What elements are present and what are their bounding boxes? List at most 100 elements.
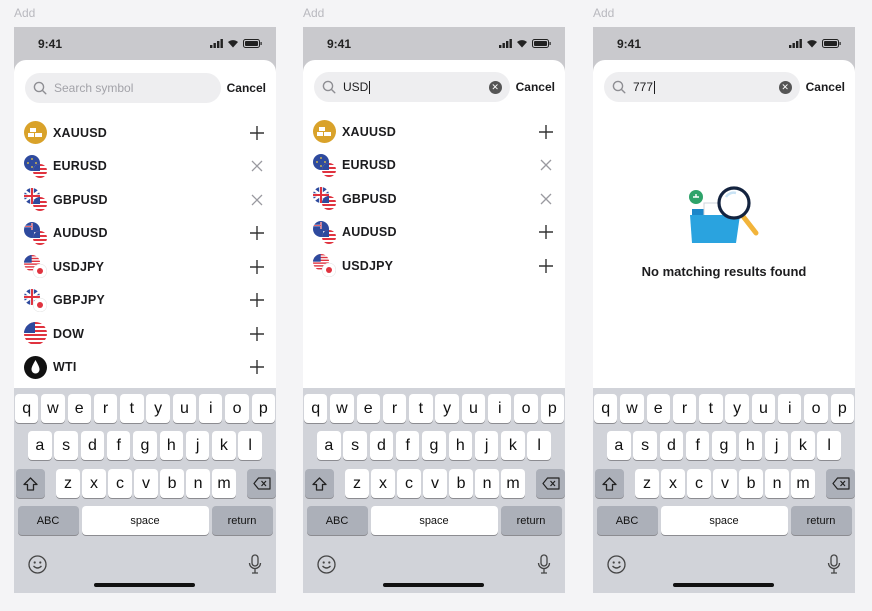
shift-key[interactable]	[16, 469, 45, 498]
symbol-row[interactable]: USDJPY	[303, 249, 565, 283]
key-o[interactable]: o	[804, 394, 828, 423]
key-s[interactable]: s	[343, 431, 367, 460]
key-v[interactable]: v	[713, 469, 737, 498]
key-j[interactable]: j	[185, 431, 210, 460]
delete-key[interactable]	[826, 469, 855, 498]
key-c[interactable]: c	[108, 469, 132, 498]
key-a[interactable]: a	[28, 431, 52, 460]
search-field[interactable]: Search symbol	[25, 73, 221, 103]
key-i[interactable]: i	[777, 394, 802, 423]
key-o[interactable]: o	[225, 394, 249, 423]
symbol-row[interactable]: EURUSD	[303, 149, 565, 183]
key-l[interactable]: l	[527, 431, 551, 460]
add-symbol-icon[interactable]	[538, 224, 554, 240]
cancel-button[interactable]: Cancel	[806, 80, 845, 94]
key-m[interactable]: m	[791, 469, 815, 498]
symbol-row[interactable]: WTI	[14, 351, 276, 385]
key-r[interactable]: r	[672, 394, 697, 423]
abc-key[interactable]: ABC	[306, 506, 368, 535]
symbol-row[interactable]: XAUUSD	[14, 116, 276, 150]
add-symbol-icon[interactable]	[538, 258, 554, 274]
symbol-row[interactable]: AUDUSD	[303, 216, 565, 250]
key-b[interactable]: b	[160, 469, 184, 498]
search-input[interactable]: Search symbol	[54, 81, 133, 95]
key-p[interactable]: p	[830, 394, 855, 423]
key-b[interactable]: b	[449, 469, 473, 498]
symbol-row[interactable]: XAUUSD	[303, 115, 565, 149]
clear-search-icon[interactable]: ✕	[778, 80, 792, 94]
symbol-row[interactable]: DOW	[14, 317, 276, 351]
key-a[interactable]: a	[317, 431, 341, 460]
key-e[interactable]: e	[646, 394, 670, 423]
key-t[interactable]: t	[120, 394, 144, 423]
emoji-icon[interactable]	[317, 555, 336, 574]
key-h[interactable]: h	[448, 431, 473, 460]
key-v[interactable]: v	[134, 469, 158, 498]
key-x[interactable]: x	[371, 469, 395, 498]
key-s[interactable]: s	[54, 431, 78, 460]
key-u[interactable]: u	[461, 394, 486, 423]
key-k[interactable]: k	[791, 431, 815, 460]
key-m[interactable]: m	[212, 469, 236, 498]
key-q[interactable]: q	[593, 394, 618, 423]
key-x[interactable]: x	[82, 469, 106, 498]
key-n[interactable]: n	[765, 469, 789, 498]
microphone-icon[interactable]	[827, 554, 841, 574]
space-key[interactable]: space	[660, 506, 788, 535]
shift-key[interactable]	[595, 469, 624, 498]
key-y[interactable]: y	[725, 394, 749, 423]
key-u[interactable]: u	[751, 394, 776, 423]
search-field[interactable]: 777 ✕	[604, 72, 800, 102]
key-w[interactable]: w	[330, 394, 354, 423]
microphone-icon[interactable]	[537, 554, 551, 574]
key-d[interactable]: d	[369, 431, 394, 460]
abc-key[interactable]: ABC	[17, 506, 79, 535]
key-p[interactable]: p	[251, 394, 276, 423]
return-key[interactable]: return	[211, 506, 273, 535]
key-j[interactable]: j	[764, 431, 789, 460]
key-d[interactable]: d	[659, 431, 684, 460]
key-z[interactable]: z	[635, 469, 659, 498]
key-l[interactable]: l	[817, 431, 841, 460]
remove-symbol-icon[interactable]	[249, 158, 265, 174]
key-x[interactable]: x	[661, 469, 685, 498]
key-s[interactable]: s	[633, 431, 657, 460]
cancel-button[interactable]: Cancel	[227, 81, 266, 95]
key-z[interactable]: z	[345, 469, 369, 498]
key-e[interactable]: e	[356, 394, 380, 423]
space-key[interactable]: space	[81, 506, 209, 535]
symbol-row[interactable]: GBPUSD	[14, 183, 276, 217]
key-t[interactable]: t	[699, 394, 723, 423]
key-r[interactable]: r	[93, 394, 118, 423]
key-y[interactable]: y	[435, 394, 459, 423]
clear-search-icon[interactable]: ✕	[488, 80, 502, 94]
key-e[interactable]: e	[67, 394, 91, 423]
key-n[interactable]: n	[475, 469, 499, 498]
key-h[interactable]: h	[159, 431, 184, 460]
microphone-icon[interactable]	[248, 554, 262, 574]
add-symbol-icon[interactable]	[249, 359, 265, 375]
symbol-row[interactable]: GBPJPY	[14, 284, 276, 318]
symbol-row[interactable]: USDJPY	[14, 250, 276, 284]
add-symbol-icon[interactable]	[249, 326, 265, 342]
key-l[interactable]: l	[238, 431, 262, 460]
key-m[interactable]: m	[501, 469, 525, 498]
key-i[interactable]: i	[487, 394, 512, 423]
key-g[interactable]: g	[133, 431, 157, 460]
return-key[interactable]: return	[790, 506, 852, 535]
search-field[interactable]: USD ✕	[314, 72, 510, 102]
key-f[interactable]: f	[106, 431, 131, 460]
key-p[interactable]: p	[540, 394, 565, 423]
key-c[interactable]: c	[687, 469, 711, 498]
add-symbol-icon[interactable]	[538, 124, 554, 140]
key-y[interactable]: y	[146, 394, 170, 423]
key-q[interactable]: q	[14, 394, 39, 423]
symbol-row[interactable]: GBPUSD	[303, 182, 565, 216]
key-r[interactable]: r	[382, 394, 407, 423]
remove-symbol-icon[interactable]	[538, 157, 554, 173]
space-key[interactable]: space	[370, 506, 498, 535]
cancel-button[interactable]: Cancel	[516, 80, 555, 94]
add-symbol-icon[interactable]	[249, 259, 265, 275]
key-g[interactable]: g	[712, 431, 736, 460]
add-symbol-icon[interactable]	[249, 292, 265, 308]
